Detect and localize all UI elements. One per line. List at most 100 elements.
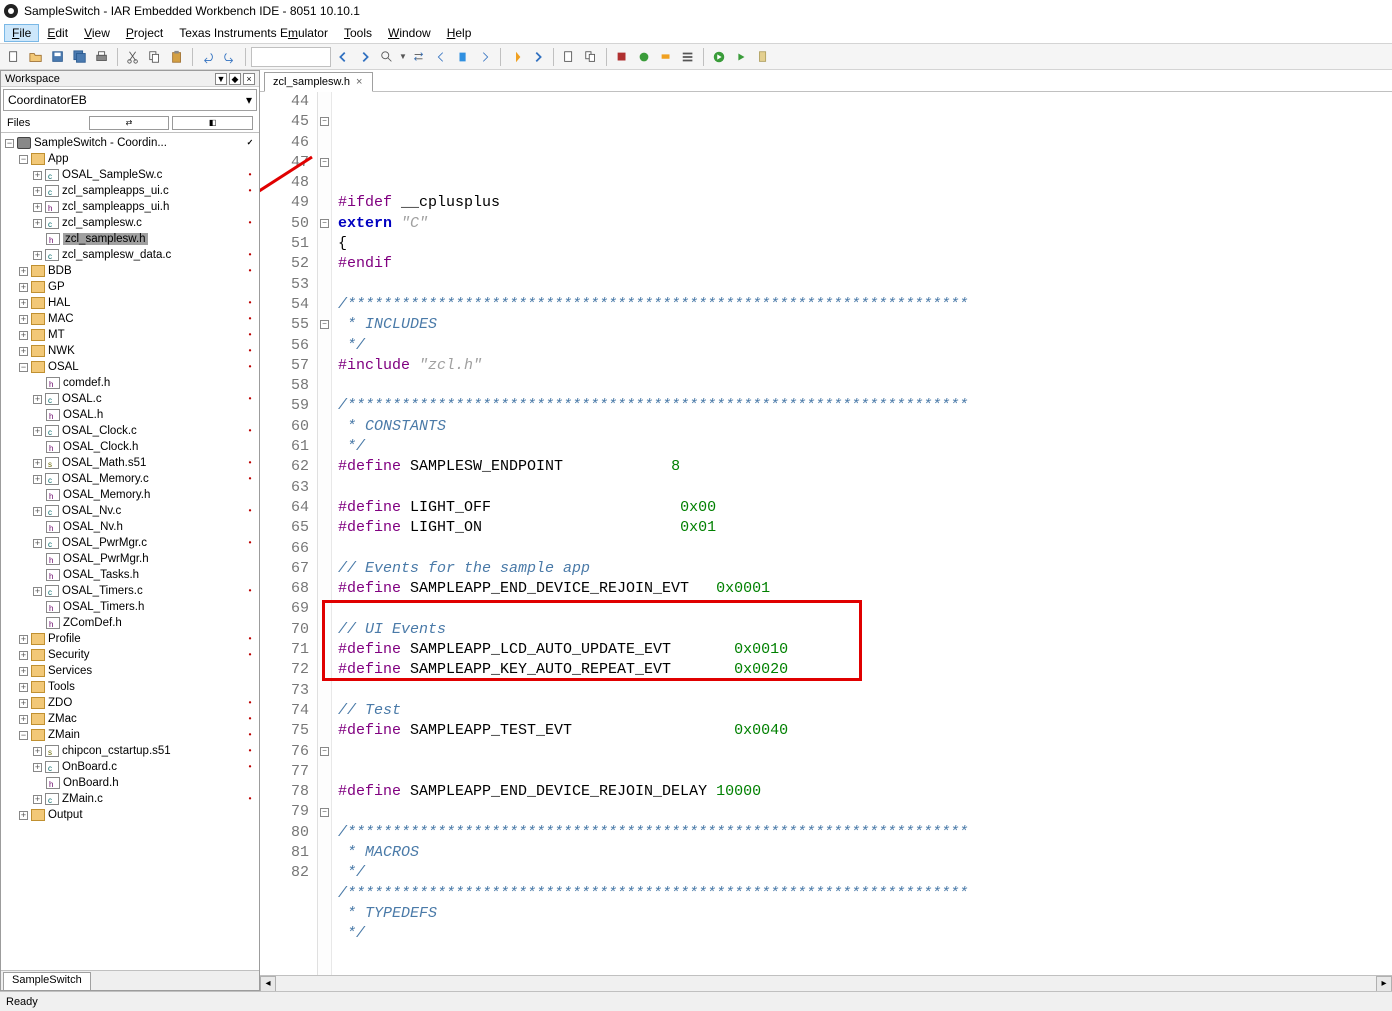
tree-item[interactable]: −SampleSwitch - Coordin...✓ <box>1 135 259 151</box>
expand-icon[interactable]: + <box>19 699 28 708</box>
nav-back-button[interactable] <box>333 47 353 67</box>
menu-view[interactable]: View <box>76 24 118 42</box>
code-line[interactable]: /***************************************… <box>338 295 1392 315</box>
tree-item[interactable]: +GP <box>1 279 259 295</box>
tree-item[interactable]: +OSAL_PwrMgr.c• <box>1 535 259 551</box>
bookmark-button[interactable] <box>453 47 473 67</box>
close-icon[interactable]: × <box>356 76 362 88</box>
expand-icon[interactable]: + <box>19 683 28 692</box>
download-debug-button[interactable] <box>709 47 729 67</box>
expand-icon[interactable]: + <box>33 203 42 212</box>
expand-icon[interactable]: + <box>33 507 42 516</box>
menu-tools[interactable]: Tools <box>336 24 380 42</box>
code-line[interactable]: /***************************************… <box>338 884 1392 904</box>
tree-item[interactable]: +chipcon_cstartup.s51• <box>1 743 259 759</box>
horizontal-scrollbar[interactable]: ◂ ▸ <box>260 975 1392 991</box>
expand-icon[interactable]: + <box>33 171 42 180</box>
bookmark-prev-button[interactable] <box>431 47 451 67</box>
code-line[interactable]: */ <box>338 437 1392 457</box>
tree-item[interactable]: +Security• <box>1 647 259 663</box>
expand-icon[interactable]: + <box>19 283 28 292</box>
nav-fwd-button[interactable] <box>355 47 375 67</box>
tree-item[interactable]: +zcl_sampleapps_ui.h <box>1 199 259 215</box>
expand-icon[interactable]: + <box>19 811 28 820</box>
expand-icon[interactable]: + <box>19 331 28 340</box>
search-combo[interactable] <box>251 47 331 67</box>
tree-item[interactable]: +MT• <box>1 327 259 343</box>
code-line[interactable]: #define SAMPLEAPP_TEST_EVT 0x0040 <box>338 721 1392 741</box>
expand-icon[interactable]: + <box>33 395 42 404</box>
undo-button[interactable] <box>198 47 218 67</box>
find-button[interactable] <box>377 47 397 67</box>
expand-icon[interactable]: + <box>33 539 42 548</box>
expand-icon[interactable]: + <box>33 763 42 772</box>
expand-icon[interactable]: + <box>33 251 42 260</box>
expand-icon[interactable]: + <box>33 475 42 484</box>
redo-button[interactable] <box>220 47 240 67</box>
code-line[interactable]: */ <box>338 863 1392 883</box>
expand-icon[interactable]: + <box>19 299 28 308</box>
menu-ti-emulator[interactable]: Texas Instruments Emulator <box>171 24 336 42</box>
code-line[interactable] <box>338 681 1392 701</box>
tree-item[interactable]: +Output <box>1 807 259 823</box>
expand-icon[interactable]: − <box>19 363 28 372</box>
tree-item[interactable]: +ZDO• <box>1 695 259 711</box>
tree-item[interactable]: OSAL_PwrMgr.h <box>1 551 259 567</box>
file-tree[interactable]: −SampleSwitch - Coordin...✓−App+OSAL_Sam… <box>1 133 259 970</box>
expand-icon[interactable]: + <box>19 635 28 644</box>
expand-icon[interactable]: + <box>33 219 42 228</box>
save-all-button[interactable] <box>70 47 90 67</box>
tree-item[interactable]: OSAL_Tasks.h <box>1 567 259 583</box>
fold-icon[interactable]: − <box>320 158 329 167</box>
menu-file[interactable]: File <box>4 24 39 42</box>
code-line[interactable] <box>338 762 1392 782</box>
code-line[interactable]: extern "C" <box>338 214 1392 234</box>
expand-icon[interactable]: + <box>19 315 28 324</box>
fold-icon[interactable]: − <box>320 808 329 817</box>
header-icon-2[interactable]: ◧ <box>172 116 253 130</box>
code-line[interactable]: #define SAMPLEAPP_END_DEVICE_REJOIN_EVT … <box>338 579 1392 599</box>
tree-item[interactable]: +OSAL.c• <box>1 391 259 407</box>
expand-icon[interactable]: + <box>19 347 28 356</box>
tree-item[interactable]: +Services <box>1 663 259 679</box>
debug-no-download-button[interactable] <box>731 47 751 67</box>
tree-item[interactable]: +OSAL_Memory.c• <box>1 471 259 487</box>
code-line[interactable]: /***************************************… <box>338 396 1392 416</box>
tree-item[interactable]: OSAL_Clock.h <box>1 439 259 455</box>
tree-item[interactable]: +OSAL_SampleSw.c• <box>1 167 259 183</box>
tree-item[interactable]: OSAL_Memory.h <box>1 487 259 503</box>
code-content[interactable]: #ifdef __cplusplusextern "C"{#endif /***… <box>332 92 1392 975</box>
code-line[interactable] <box>338 478 1392 498</box>
tree-item[interactable]: +Profile• <box>1 631 259 647</box>
fold-icon[interactable]: − <box>320 320 329 329</box>
code-line[interactable] <box>338 539 1392 559</box>
code-line[interactable]: * CONSTANTS <box>338 417 1392 437</box>
save-button[interactable] <box>48 47 68 67</box>
expand-icon[interactable]: + <box>33 587 42 596</box>
code-line[interactable]: * TYPEDEFS <box>338 904 1392 924</box>
code-line[interactable]: #define SAMPLEAPP_END_DEVICE_REJOIN_DELA… <box>338 782 1392 802</box>
tree-item[interactable]: +zcl_samplesw.c• <box>1 215 259 231</box>
code-line[interactable] <box>338 802 1392 822</box>
fold-icon[interactable]: − <box>320 747 329 756</box>
code-line[interactable] <box>338 742 1392 762</box>
tree-item[interactable]: +OSAL_Math.s51• <box>1 455 259 471</box>
code-line[interactable]: /***************************************… <box>338 823 1392 843</box>
new-file-button[interactable] <box>4 47 24 67</box>
tree-item[interactable]: zcl_samplesw.h <box>1 231 259 247</box>
header-icon-1[interactable]: ⇄ <box>89 116 170 130</box>
code-line[interactable]: */ <box>338 924 1392 944</box>
tree-item[interactable]: ZComDef.h <box>1 615 259 631</box>
code-line[interactable]: #define LIGHT_ON 0x01 <box>338 518 1392 538</box>
expand-icon[interactable]: − <box>19 155 28 164</box>
tree-item[interactable]: +MAC• <box>1 311 259 327</box>
code-line[interactable] <box>338 944 1392 964</box>
tree-item[interactable]: +zcl_sampleapps_ui.c• <box>1 183 259 199</box>
tree-item[interactable]: comdef.h <box>1 375 259 391</box>
expand-icon[interactable]: + <box>19 715 28 724</box>
expand-icon[interactable]: + <box>33 747 42 756</box>
stop-build-button[interactable] <box>612 47 632 67</box>
code-line[interactable]: #define SAMPLESW_ENDPOINT 8 <box>338 457 1392 477</box>
fold-icon[interactable]: − <box>320 117 329 126</box>
code-line[interactable]: #endif <box>338 254 1392 274</box>
